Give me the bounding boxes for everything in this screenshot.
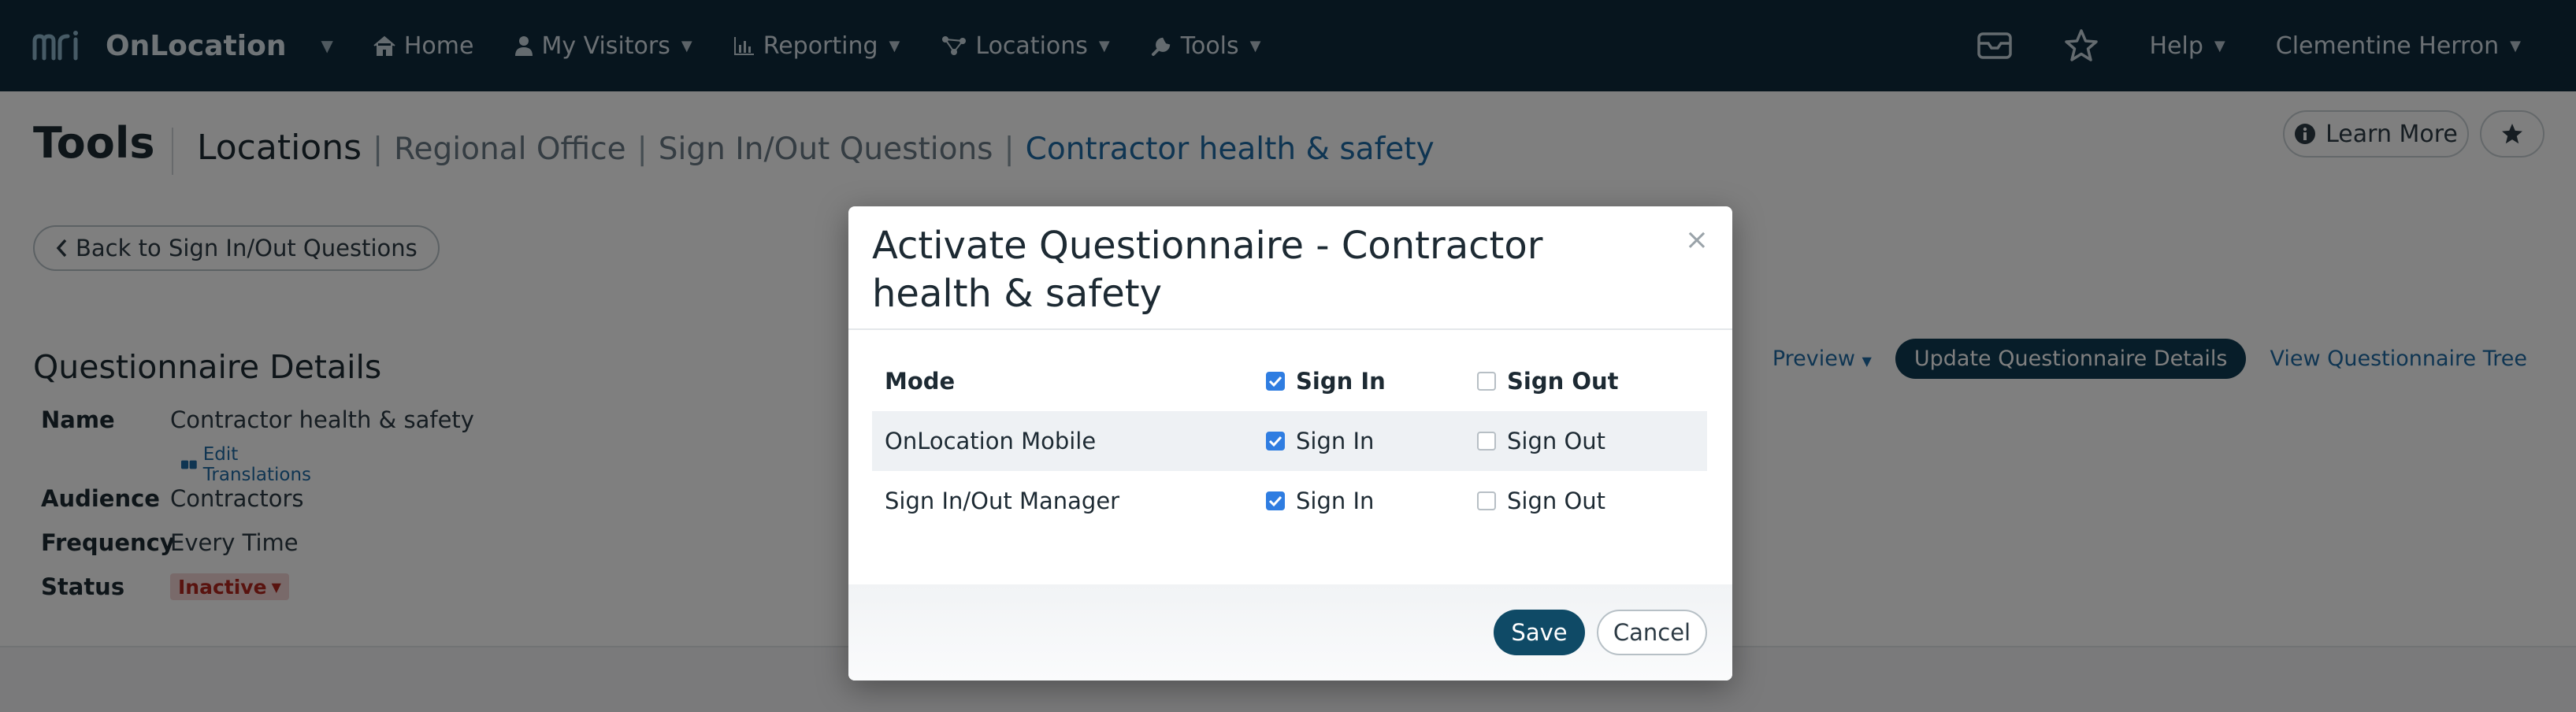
sign-in-label: Sign In: [1296, 488, 1375, 514]
activate-questionnaire-modal: Activate Questionnaire - Contractor heal…: [848, 206, 1732, 680]
sign-out-toggle[interactable]: Sign Out: [1477, 428, 1605, 454]
table-row: Sign In/Out Manager Sign In Sign Out: [872, 471, 1707, 531]
table-row: OnLocation Mobile Sign In Sign Out: [872, 411, 1707, 471]
sign-in-toggle[interactable]: Sign In: [1266, 488, 1374, 514]
page: OnLocation ▼ Home My Visitors ▼ Reportin…: [0, 0, 2576, 712]
checkbox-unchecked[interactable]: [1477, 432, 1496, 451]
sign-in-all-toggle[interactable]: Sign In: [1266, 368, 1386, 395]
modal-title: Activate Questionnaire - Contractor heal…: [872, 224, 1543, 316]
sign-in-header-label: Sign In: [1296, 368, 1386, 395]
modal-divider: [848, 328, 1732, 330]
checkbox-unchecked[interactable]: [1477, 372, 1496, 391]
checkbox-unchecked[interactable]: [1477, 491, 1496, 510]
sign-out-all-toggle[interactable]: Sign Out: [1477, 368, 1619, 395]
sign-out-label: Sign Out: [1507, 488, 1606, 514]
mode-name: OnLocation Mobile: [885, 428, 1097, 454]
checkbox-checked[interactable]: [1266, 372, 1285, 391]
modal-footer: Save Cancel: [848, 584, 1732, 680]
check-icon: [1268, 436, 1282, 447]
sign-out-header-label: Sign Out: [1507, 368, 1619, 395]
close-icon[interactable]: ×: [1685, 224, 1709, 256]
cancel-button[interactable]: Cancel: [1597, 610, 1707, 655]
mode-name: Sign In/Out Manager: [885, 488, 1120, 514]
checkbox-checked[interactable]: [1266, 432, 1285, 451]
mode-column-header: Mode: [885, 368, 956, 395]
check-icon: [1268, 495, 1282, 507]
checkbox-checked[interactable]: [1266, 491, 1285, 510]
check-icon: [1268, 376, 1282, 388]
mode-table-header: Mode Sign In Sign Out: [872, 351, 1707, 411]
sign-out-toggle[interactable]: Sign Out: [1477, 488, 1605, 514]
sign-in-label: Sign In: [1296, 428, 1375, 454]
mode-table: Mode Sign In Sign Out OnLocation Mobile: [872, 351, 1707, 531]
sign-out-label: Sign Out: [1507, 428, 1606, 454]
sign-in-toggle[interactable]: Sign In: [1266, 428, 1374, 454]
save-button[interactable]: Save: [1494, 610, 1585, 655]
